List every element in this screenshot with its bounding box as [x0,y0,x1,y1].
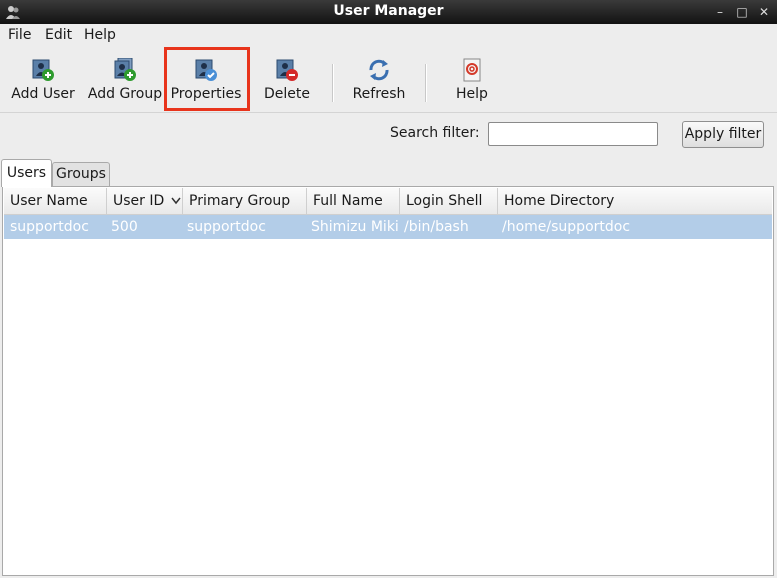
apply-filter-button[interactable]: Apply filter [682,121,764,148]
refresh-label: Refresh [352,86,406,102]
help-button[interactable]: Help [444,48,500,108]
column-header-full-name[interactable]: Full Name [307,188,400,214]
window-titlebar: User Manager – □ ✕ [0,0,777,24]
tab-users[interactable]: Users [1,159,52,187]
maximize-icon[interactable]: □ [734,3,750,21]
menu-file[interactable]: File [8,27,31,43]
help-icon [460,58,484,82]
table-row[interactable]: supportdoc 500 supportdoc Shimizu Miki /… [4,215,772,239]
refresh-button[interactable]: Refresh [346,48,412,108]
add-user-button[interactable]: Add User [8,48,78,108]
window-title: User Manager [333,3,444,19]
cell-home-directory: /home/supportdoc [502,219,631,235]
search-filter-input[interactable] [488,122,658,146]
add-user-label: Add User [11,86,75,102]
refresh-icon [367,58,391,82]
table-header: User Name User ID Primary Group Full Nam… [4,188,772,215]
close-icon[interactable]: ✕ [756,3,772,21]
toolbar: Add User Add Group Properties Delete Ref… [0,48,777,113]
cell-login-shell: /bin/bash [404,219,469,235]
column-header-login-shell[interactable]: Login Shell [400,188,498,214]
delete-user-icon [275,58,299,82]
menu-edit[interactable]: Edit [45,27,72,43]
cell-user-id: 500 [111,219,138,235]
menubar: File Edit Help [0,24,777,48]
add-group-button[interactable]: Add Group [86,48,164,108]
menu-help[interactable]: Help [84,27,116,43]
column-header-home-directory[interactable]: Home Directory [498,188,772,214]
delete-label: Delete [264,86,310,102]
add-group-icon [113,57,137,82]
sort-descending-icon [171,188,181,214]
column-header-primary-group[interactable]: Primary Group [183,188,307,214]
toolbar-separator [425,64,427,102]
cell-full-name: Shimizu Miki [311,219,399,235]
add-user-icon [31,58,55,82]
toolbar-separator [332,64,334,102]
help-label: Help [456,86,488,102]
search-filter-label: Search filter: [390,125,480,141]
column-header-user-id-label: User ID [113,193,165,209]
column-header-user-id[interactable]: User ID [107,188,183,214]
cell-primary-group: supportdoc [187,219,266,235]
tab-groups[interactable]: Groups [52,162,110,186]
column-header-user-name[interactable]: User Name [4,188,107,214]
users-table: User Name User ID Primary Group Full Nam… [2,186,774,576]
cell-user-name: supportdoc [10,219,89,235]
delete-button[interactable]: Delete [256,48,318,108]
minimize-icon[interactable]: – [712,3,728,21]
highlight-box [164,47,250,111]
add-group-label: Add Group [87,86,163,102]
